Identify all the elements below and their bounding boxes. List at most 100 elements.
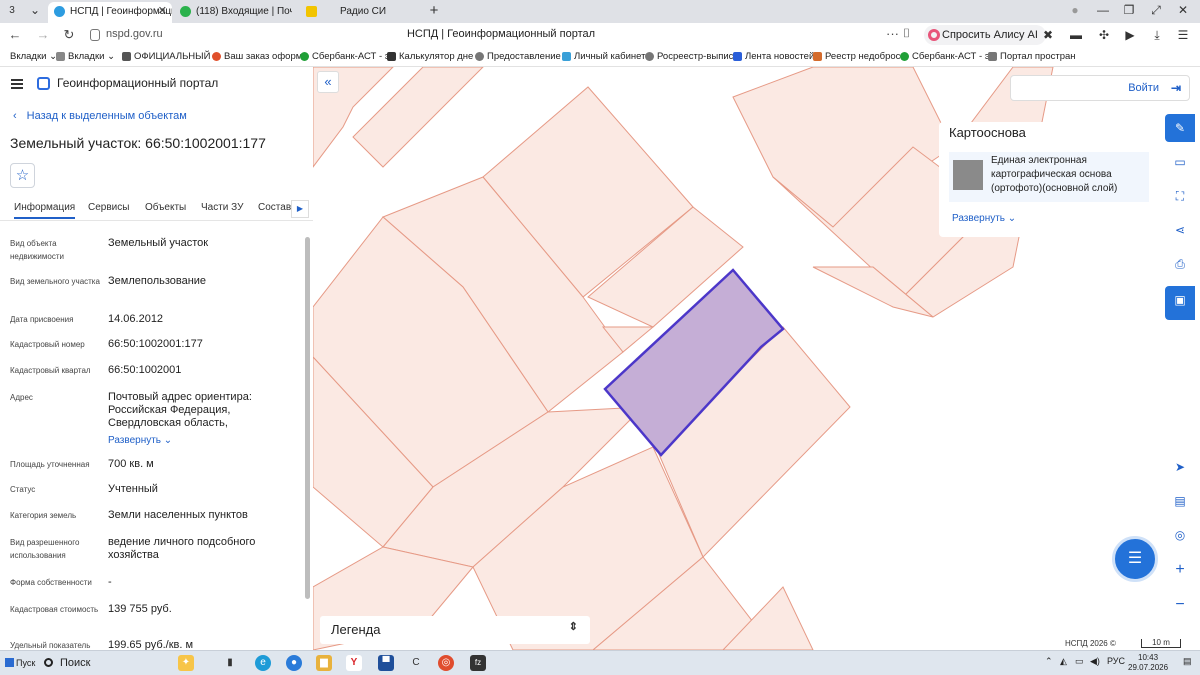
- tab-nspd[interactable]: НСПД | Геоинформаци ✕: [48, 2, 172, 23]
- bookmark-item[interactable]: Лента новостей: [733, 51, 814, 62]
- bookmark-item[interactable]: Предоставление: [475, 51, 561, 62]
- zoom-in-button[interactable]: +: [1165, 556, 1195, 584]
- tray-chevron-icon[interactable]: ⌃: [1045, 656, 1053, 667]
- ruler-icon[interactable]: ▭: [1165, 148, 1195, 176]
- zoom-out-button[interactable]: −: [1165, 591, 1195, 619]
- tab-composition[interactable]: Состав: [258, 202, 291, 213]
- tab-land-parts[interactable]: Части ЗУ: [201, 202, 243, 213]
- volume-icon[interactable]: ◀): [1090, 656, 1100, 667]
- basemap-toggle-icon[interactable]: ▣: [1165, 286, 1195, 320]
- app-icon[interactable]: fz: [470, 655, 486, 671]
- search-icon: [44, 658, 53, 667]
- address-expand-link[interactable]: Развернуть ⌄: [108, 434, 298, 447]
- edge-icon[interactable]: e: [255, 655, 271, 671]
- more-icon[interactable]: ···: [886, 26, 899, 41]
- profile-icon[interactable]: ●: [1064, 3, 1086, 17]
- tab-objects[interactable]: Объекты: [145, 202, 186, 213]
- legend-dropdown[interactable]: Легенда ⇕: [320, 616, 590, 644]
- bookmark-item[interactable]: Портал простран: [988, 51, 1076, 62]
- bookmark-item[interactable]: Сбербанк-АСТ - э: [900, 51, 990, 62]
- chat-assistant-button[interactable]: ☰: [1112, 536, 1158, 582]
- menu-icon[interactable]: ☰: [1176, 28, 1190, 42]
- orthophoto-thumbnail: [953, 160, 983, 190]
- task-view-icon[interactable]: ▮: [222, 655, 238, 671]
- copilot-icon[interactable]: ✦: [178, 655, 194, 671]
- tabs-scroll-right-icon[interactable]: ▶: [291, 200, 309, 218]
- media-icon[interactable]: ▶: [1123, 28, 1137, 42]
- reload-icon[interactable]: ↻: [60, 27, 78, 43]
- attribute-value: -: [108, 576, 112, 588]
- battery-icon[interactable]: ▭: [1075, 656, 1084, 667]
- favorite-star-icon[interactable]: ☆: [10, 163, 35, 188]
- share-icon[interactable]: ⋖: [1165, 216, 1195, 244]
- basemap-expand-link[interactable]: Развернуть ⌄: [952, 213, 1016, 224]
- clock-time: 10:43: [1138, 653, 1159, 662]
- chevron-down-icon: ⌄: [1007, 213, 1017, 224]
- bookmark-item[interactable]: Росреестр-выпис: [645, 51, 733, 62]
- bookmark-item[interactable]: Реестр недоброс: [813, 51, 900, 62]
- bookmark-icon[interactable]: ⌷: [903, 26, 910, 41]
- map-view[interactable]: « Войти ⇥ Картооснова Единая электронная…: [313, 67, 1200, 650]
- restore-icon[interactable]: ❐: [1118, 3, 1140, 17]
- basemap-layer-item[interactable]: Единая электронная картографическая осно…: [949, 152, 1149, 202]
- locate-icon[interactable]: ➤: [1165, 453, 1195, 481]
- start-button[interactable]: Пуск: [2, 654, 36, 672]
- attribute-value: 139 755 руб.: [108, 603, 172, 615]
- yandex-icon[interactable]: Y: [346, 655, 362, 671]
- firefox-icon[interactable]: ●: [286, 655, 302, 671]
- maximize-icon[interactable]: ⤢: [1145, 3, 1167, 18]
- basemap-title: Картооснова: [949, 125, 1026, 140]
- tab-services[interactable]: Сервисы: [88, 202, 129, 213]
- bookmark-item[interactable]: Ваш заказ оформ: [212, 51, 302, 62]
- collapse-panel-icon[interactable]: «: [317, 71, 339, 93]
- tab-list-icon[interactable]: ⌄: [24, 3, 46, 17]
- taskbar-search[interactable]: Поиск: [40, 654, 90, 672]
- monitor-icon[interactable]: ▀: [378, 655, 394, 671]
- layers-icon[interactable]: ✎: [1165, 114, 1195, 142]
- tab-title: (118) Входящие | Почта |: [196, 6, 292, 17]
- network-icon[interactable]: ◭: [1060, 656, 1067, 667]
- forward-icon[interactable]: →: [34, 27, 52, 42]
- app-icon[interactable]: ◎: [438, 655, 454, 671]
- explorer-icon[interactable]: ▆: [316, 655, 332, 671]
- minimize-icon[interactable]: —: [1092, 3, 1114, 17]
- downloads-icon[interactable]: ⤓: [1150, 28, 1164, 42]
- bookmark-item[interactable]: ОФИЦИАЛЬНЫЙ: [122, 51, 210, 62]
- attribute-value: Учтенный: [108, 483, 158, 495]
- notification-icon[interactable]: ▤: [1183, 656, 1192, 667]
- close-icon[interactable]: ✕: [158, 2, 167, 21]
- tab-title: Радио СИ: [340, 6, 387, 17]
- print-icon[interactable]: ⎙: [1165, 250, 1195, 278]
- attribute-label: Статус: [10, 485, 36, 494]
- extension-icon[interactable]: ▬: [1069, 28, 1083, 42]
- new-tab-button[interactable]: +: [425, 2, 443, 19]
- hamburger-menu-icon[interactable]: [11, 79, 23, 89]
- back-to-selection-link[interactable]: ‹ Назад к выделенным объектам: [13, 110, 187, 122]
- extension-icon[interactable]: ✖: [1041, 28, 1055, 42]
- attribute-value: Земли населенных пунктов: [108, 509, 248, 521]
- minimap-icon[interactable]: ▤: [1165, 487, 1195, 515]
- basemap-layer-name: Единая электронная картографическая осно…: [991, 155, 1118, 194]
- tab-radio[interactable]: Радио СИ: [302, 2, 420, 23]
- puzzle-icon[interactable]: ✣: [1097, 28, 1111, 42]
- select-area-icon[interactable]: ⛶: [1165, 182, 1195, 210]
- bookmark-item[interactable]: Калькулятор дне: [387, 51, 473, 62]
- bookmark-item[interactable]: Вкладки ⌄: [56, 51, 115, 62]
- bookmark-item[interactable]: Вкладки ⌄: [0, 51, 57, 62]
- close-window-icon[interactable]: ✕: [1172, 3, 1194, 17]
- clock[interactable]: 10:43 29.07.2026: [1128, 653, 1168, 673]
- tab-information[interactable]: Информация: [14, 202, 76, 219]
- login-button[interactable]: Войти ⇥: [1010, 75, 1190, 101]
- tab-count[interactable]: 3: [5, 4, 19, 18]
- back-icon[interactable]: ←: [6, 27, 24, 42]
- geolocation-icon[interactable]: ◎: [1165, 521, 1195, 549]
- bookmark-item[interactable]: Личный кабинет: [562, 51, 645, 62]
- bookmark-item[interactable]: Сбербанк-АСТ - э: [300, 51, 390, 62]
- tab-mail[interactable]: (118) Входящие | Почта |: [174, 2, 292, 23]
- url-field[interactable]: nspd.gov.ru НСПД | Геоинформационный пор…: [86, 26, 916, 45]
- clock-date: 29.07.2026: [1128, 663, 1169, 672]
- panel-scrollbar[interactable]: [305, 237, 310, 599]
- language-indicator[interactable]: РУС: [1107, 656, 1125, 666]
- app-icon[interactable]: C: [408, 655, 424, 671]
- alice-button[interactable]: Спросить Алису AI: [924, 25, 1046, 45]
